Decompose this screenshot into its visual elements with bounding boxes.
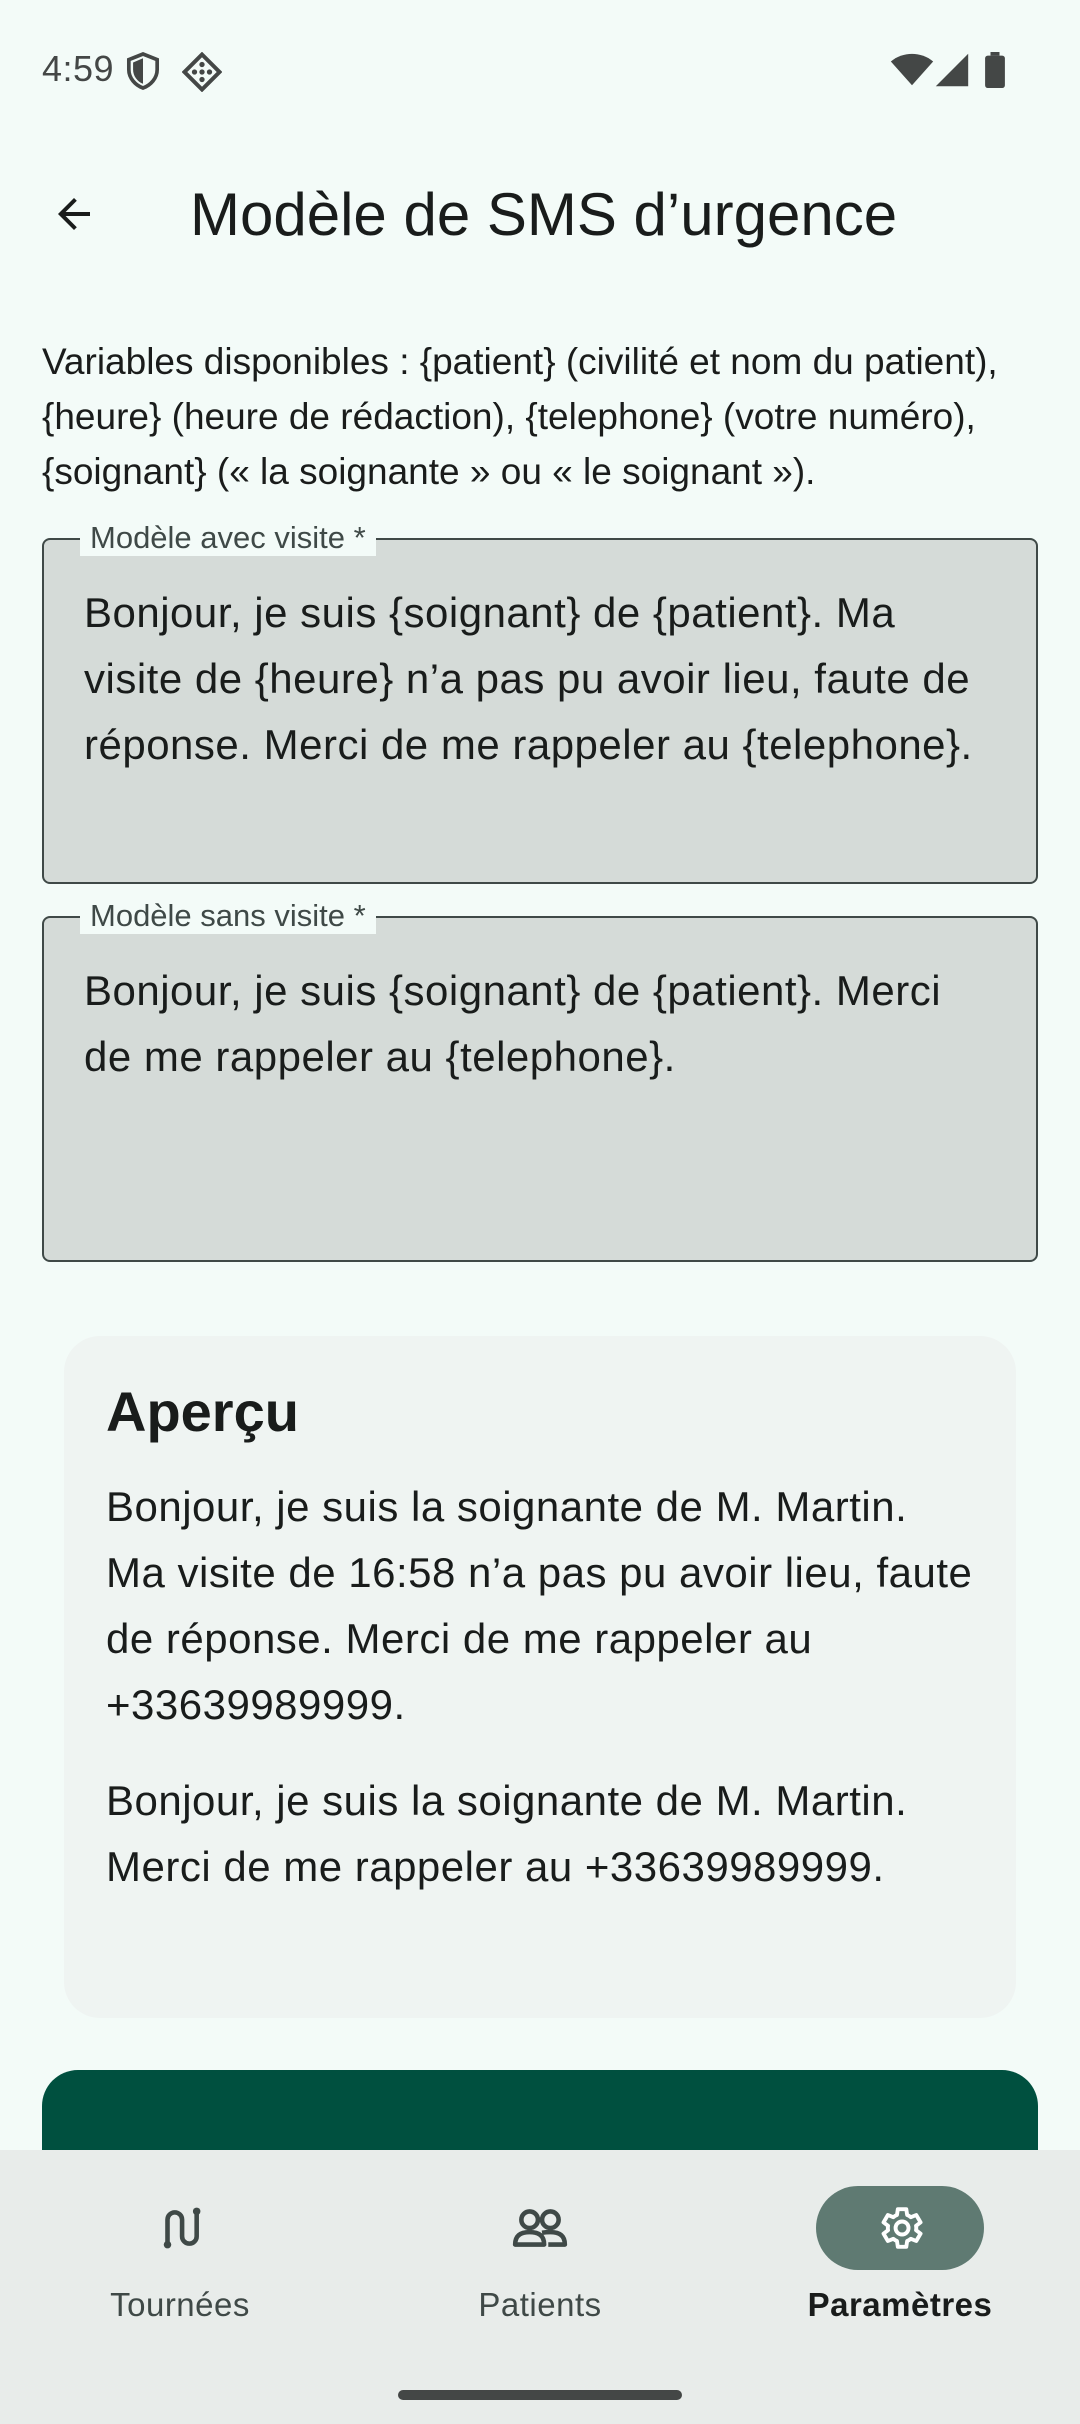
- screen: 4:59 Modèle de SMS d’urgence Variables d…: [0, 0, 1080, 2424]
- group-icon: [512, 2209, 568, 2247]
- battery-icon: [985, 52, 1005, 88]
- nav-indicator-active: [816, 2186, 984, 2270]
- page-title: Modèle de SMS d’urgence: [190, 181, 898, 248]
- nav-indicator: [96, 2186, 264, 2270]
- preview-without-visit-text: Bonjour, je suis la soignante de M. Mart…: [106, 1777, 908, 1890]
- nav-item-patients[interactable]: Patients: [360, 2150, 720, 2390]
- route-icon: [163, 2207, 201, 2249]
- template-with-visit-input[interactable]: Bonjour, je suis {soignant} de {patient}…: [84, 580, 996, 862]
- variables-help-text: Variables disponibles : {patient} (civil…: [42, 341, 998, 492]
- nav-label-patients: Patients: [478, 2286, 602, 2323]
- preview-with-visit-text: Bonjour, je suis la soignante de M. Mart…: [106, 1483, 973, 1728]
- template-without-visit-field[interactable]: Modèle sans visite * Bonjour, je suis {s…: [42, 898, 1038, 1262]
- arrow-left-icon: [58, 198, 90, 230]
- template-without-visit-label: Modèle sans visite *: [80, 898, 376, 934]
- bottom-navigation: Tournées Patients Paramètres: [0, 2150, 1080, 2424]
- status-bar: 4:59: [0, 0, 1080, 140]
- signal-icon: [935, 53, 969, 87]
- preview-card: Aperçu Bonjour, je suis la soignante de …: [64, 1336, 1016, 2018]
- nav-label-parametres: Paramètres: [807, 2286, 993, 2323]
- shield-icon: [126, 52, 160, 90]
- status-time: 4:59: [42, 48, 115, 89]
- gear-icon: [881, 2207, 923, 2249]
- nav-item-parametres[interactable]: Paramètres: [720, 2150, 1080, 2390]
- wifi-icon: [890, 53, 934, 86]
- nav-indicator: [456, 2186, 624, 2270]
- nav-item-tournees[interactable]: Tournées: [0, 2150, 360, 2390]
- home-indicator[interactable]: [398, 2390, 682, 2400]
- template-with-visit-field[interactable]: Modèle avec visite * Bonjour, je suis {s…: [42, 520, 1038, 884]
- dice-icon: [182, 52, 222, 92]
- preview-title: Aperçu: [106, 1380, 299, 1443]
- template-without-visit-input[interactable]: Bonjour, je suis {soignant} de {patient}…: [84, 958, 996, 1240]
- nav-label-tournees: Tournées: [110, 2286, 250, 2323]
- template-with-visit-label: Modèle avec visite *: [80, 520, 376, 556]
- back-button[interactable]: [36, 176, 112, 252]
